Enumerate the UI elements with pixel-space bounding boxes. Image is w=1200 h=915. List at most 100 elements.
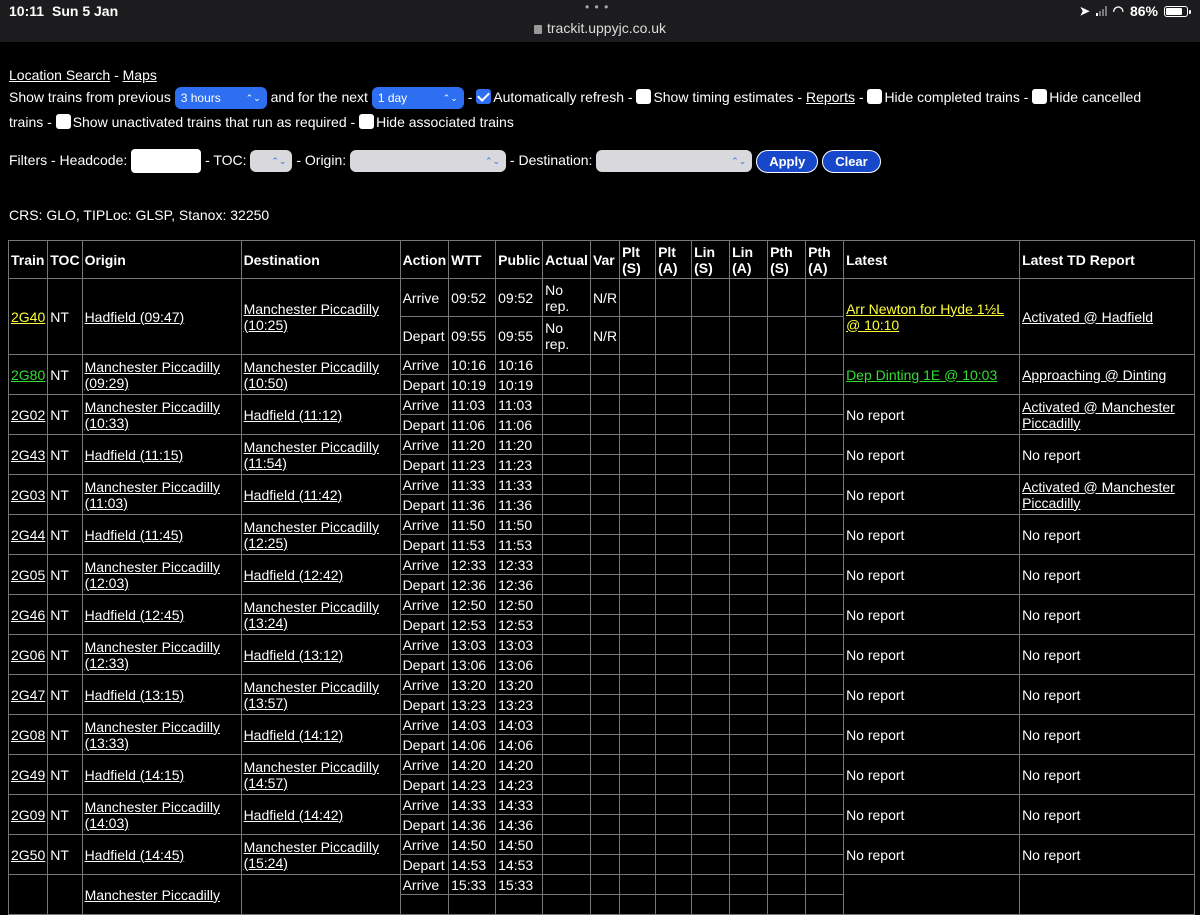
origin-link[interactable]: Hadfield (14:45) (85, 847, 185, 863)
actual-cell (542, 554, 591, 575)
pth-a-cell (805, 674, 845, 695)
origin-link[interactable]: Manchester Piccadilly (12:03) (85, 559, 220, 591)
toc-cell (47, 874, 83, 915)
origin-link[interactable]: Manchester Piccadilly (10:33) (85, 399, 220, 431)
headcode-input[interactable] (131, 149, 202, 174)
origin-link[interactable]: Hadfield (09:47) (85, 309, 185, 325)
battery-percent: 86% (1129, 3, 1158, 19)
lin-a-cell (729, 454, 769, 475)
hide-completed-checkbox[interactable] (867, 89, 883, 104)
wtt-cell: 11:33 (448, 474, 497, 495)
origin-link[interactable]: Hadfield (11:15) (85, 447, 184, 463)
var-cell (589, 834, 621, 855)
status-icons: ➤ ◠ 86% (1080, 3, 1191, 19)
pth-s-cell (767, 814, 807, 835)
destination-link[interactable]: Hadfield (11:12) (244, 407, 343, 423)
location-search-link[interactable]: Location Search (9, 67, 110, 83)
origin-select[interactable]: ⌃⌄ (350, 150, 507, 173)
origin-link[interactable]: Hadfield (13:15) (85, 687, 185, 703)
train-id-link[interactable]: 2G40 (11, 309, 45, 325)
train-id-link[interactable]: 2G46 (11, 607, 45, 623)
train-id-link[interactable]: 2G50 (11, 847, 45, 863)
destination-link[interactable]: Manchester Piccadilly (14:57) (244, 759, 379, 791)
public-cell: 11:36 (495, 494, 544, 515)
train-id-link[interactable]: 2G47 (11, 687, 45, 703)
destination-link[interactable]: Hadfield (14:42) (244, 807, 344, 823)
train-id-link[interactable]: 2G05 (11, 567, 45, 583)
actual-cell (542, 614, 591, 635)
train-id-link[interactable]: 2G02 (11, 407, 45, 423)
origin-link[interactable]: Manchester Piccadilly (85, 887, 220, 903)
lin-s-cell (691, 534, 731, 555)
train-id-link[interactable]: 2G43 (11, 447, 45, 463)
wtt-cell: 14:50 (448, 834, 497, 855)
origin-link[interactable]: Hadfield (14:15) (85, 767, 185, 783)
origin-link[interactable]: Manchester Piccadilly (13:33) (85, 719, 220, 751)
apply-button[interactable]: Apply (756, 149, 819, 173)
clear-button[interactable]: Clear (822, 149, 881, 173)
origin-link[interactable]: Hadfield (11:45) (85, 527, 184, 543)
multitask-dots[interactable]: • • • (585, 0, 609, 14)
col-var: Var (589, 240, 621, 279)
toc-select[interactable]: ⌃⌄ (250, 150, 293, 173)
origin-link[interactable]: Hadfield (12:45) (85, 607, 185, 623)
latest-td-link[interactable]: Approaching @ Dinting (1022, 367, 1166, 383)
wtt-cell: 11:06 (448, 414, 497, 435)
hide-completed-label: Hide completed trains (884, 89, 1020, 105)
address-bar[interactable]: trackit.uppyjc.co.uk (534, 20, 666, 36)
latest-td-link[interactable]: Activated @ Manchester Piccadilly (1022, 399, 1175, 431)
table-row: 2G43 NT Hadfield (11:15) Manchester Piccadi… (7, 434, 1196, 475)
plt-s-cell (619, 316, 657, 355)
destination-link[interactable]: Manchester Piccadilly (12:25) (244, 519, 379, 551)
maps-link[interactable]: Maps (123, 67, 157, 83)
action-cell: Arrive (399, 474, 450, 495)
reports-link[interactable]: Reports (806, 89, 855, 105)
train-id-link[interactable]: 2G06 (11, 647, 45, 663)
train-id-link[interactable]: 2G09 (11, 807, 45, 823)
action-cell: Depart (399, 734, 450, 755)
plt-a-cell (655, 534, 693, 555)
destination-link[interactable]: Manchester Piccadilly (15:24) (244, 839, 379, 871)
latest-link[interactable]: Arr Newton for Hyde 1½L @ 10:10 (846, 301, 1004, 333)
destination-link[interactable]: Hadfield (11:42) (244, 487, 343, 503)
destination-link[interactable]: Manchester Piccadilly (10:25) (244, 301, 379, 333)
origin-link[interactable]: Manchester Piccadilly (14:03) (85, 799, 220, 831)
destination-link[interactable]: Manchester Piccadilly (10:50) (244, 359, 379, 391)
destination-link[interactable]: Manchester Piccadilly (13:24) (244, 599, 379, 631)
latest-td-link[interactable]: Activated @ Hadfield (1022, 309, 1153, 325)
actual-cell (542, 774, 591, 795)
hide-cancelled-checkbox[interactable] (1032, 89, 1048, 104)
auto-refresh-checkbox[interactable] (476, 89, 492, 104)
public-cell: 11:03 (495, 394, 544, 415)
destination-link[interactable]: Hadfield (13:12) (244, 647, 344, 663)
plt-s-cell (619, 674, 657, 695)
pth-s-cell (767, 894, 807, 915)
previous-hours-select[interactable]: 3 hours ⌃⌄ (174, 87, 267, 110)
pth-a-cell (805, 514, 845, 535)
train-id-link[interactable]: 2G80 (11, 367, 45, 383)
origin-link[interactable]: Manchester Piccadilly (12:33) (85, 639, 220, 671)
pth-a-cell (805, 854, 845, 875)
plt-s-cell (619, 594, 657, 615)
origin-link[interactable]: Manchester Piccadilly (09:29) (85, 359, 220, 391)
public-cell: 13:03 (495, 634, 544, 655)
destination-link[interactable]: Hadfield (14:12) (244, 727, 344, 743)
next-days-select[interactable]: 1 day ⌃⌄ (371, 87, 464, 110)
pth-a-cell (805, 814, 845, 835)
unactivated-checkbox[interactable] (55, 114, 71, 129)
origin-link[interactable]: Manchester Piccadilly (11:03) (85, 479, 220, 511)
destination-select[interactable]: ⌃⌄ (596, 150, 753, 173)
var-cell (589, 754, 621, 775)
destination-link[interactable]: Hadfield (12:42) (244, 567, 344, 583)
latest-link[interactable]: Dep Dinting 1E @ 10:03 (846, 367, 997, 383)
timing-estimates-checkbox[interactable] (636, 89, 652, 104)
latest-td-link[interactable]: Activated @ Manchester Piccadilly (1022, 479, 1175, 511)
train-id-link[interactable]: 2G08 (11, 727, 45, 743)
train-id-link[interactable]: 2G44 (11, 527, 45, 543)
train-id-link[interactable]: 2G49 (11, 767, 45, 783)
plt-a-cell (655, 694, 693, 715)
destination-link[interactable]: Manchester Piccadilly (13:57) (244, 679, 379, 711)
destination-link[interactable]: Manchester Piccadilly (11:54) (244, 439, 379, 471)
train-id-link[interactable]: 2G03 (11, 487, 45, 503)
hide-associated-checkbox[interactable] (359, 114, 375, 129)
